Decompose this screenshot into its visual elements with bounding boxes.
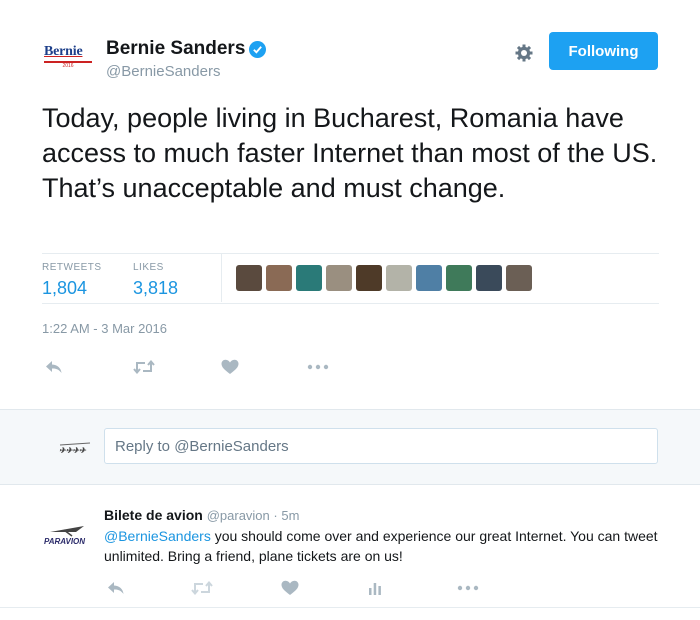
reply-input[interactable]: Reply to @BernieSanders: [104, 428, 658, 464]
reply-author-handle[interactable]: @paravion: [207, 508, 270, 523]
retweets-count: 1,804: [42, 278, 88, 298]
logo-text: Bernie: [44, 44, 83, 59]
verified-badge-icon: [249, 40, 267, 58]
tweet-text: Today, people living in Bucharest, Roman…: [42, 103, 658, 203]
likes-label: LIKES: [133, 262, 164, 273]
reply-mention-link[interactable]: @BernieSanders: [104, 528, 211, 544]
retweet-icon[interactable]: [190, 578, 214, 598]
tweet-timestamp[interactable]: 1:22 AM - 3 Mar 2016: [42, 321, 167, 336]
more-icon[interactable]: [456, 578, 480, 598]
profile-name[interactable]: Bernie Sanders: [106, 38, 245, 60]
following-button[interactable]: Following: [549, 32, 658, 70]
likes-stat[interactable]: LIKES 3,818: [133, 262, 178, 299]
stats-separator: [221, 254, 222, 302]
analytics-icon[interactable]: [363, 578, 387, 598]
heart-icon[interactable]: [218, 357, 242, 377]
liker-avatar[interactable]: [236, 265, 262, 291]
reply-text: @BernieSanders you should come over and …: [104, 526, 664, 566]
heart-icon[interactable]: [278, 578, 302, 598]
liker-avatars: [236, 265, 532, 291]
svg-text:✈✈✈✈: ✈✈✈✈: [59, 446, 87, 454]
divider: [42, 253, 659, 254]
liker-avatar[interactable]: [356, 265, 382, 291]
reply-separator: ·: [269, 508, 282, 523]
paravion-avatar[interactable]: PARAVION: [44, 524, 94, 548]
retweets-stat[interactable]: RETWEETS 1,804: [42, 262, 102, 299]
liker-avatar[interactable]: [266, 265, 292, 291]
liker-avatar[interactable]: [476, 265, 502, 291]
paravion-logo-text: PARAVION: [44, 537, 85, 546]
reply-icon[interactable]: [104, 578, 128, 598]
liker-avatar[interactable]: [386, 265, 412, 291]
gear-icon[interactable]: [512, 41, 536, 65]
retweets-label: RETWEETS: [42, 262, 102, 273]
liker-avatar[interactable]: [416, 265, 442, 291]
liker-avatar[interactable]: [296, 265, 322, 291]
divider: [0, 607, 700, 608]
liker-avatar[interactable]: [506, 265, 532, 291]
logo-year: 2016: [44, 61, 92, 69]
profile-name-row[interactable]: Bernie Sanders: [106, 38, 267, 60]
bernie-2016-logo: Bernie 2016: [44, 44, 94, 70]
reply-icon[interactable]: [42, 357, 66, 377]
user-avatar-logo: ✈✈✈✈: [58, 440, 92, 455]
divider: [42, 303, 659, 304]
liker-avatar[interactable]: [326, 265, 352, 291]
retweet-icon[interactable]: [132, 357, 156, 377]
reply-time[interactable]: 5m: [281, 508, 299, 523]
more-icon[interactable]: [306, 357, 330, 377]
reply-author-name[interactable]: Bilete de avion: [104, 507, 203, 523]
profile-handle[interactable]: @BernieSanders: [106, 63, 220, 80]
likes-count: 3,818: [133, 278, 179, 298]
liker-avatar[interactable]: [446, 265, 472, 291]
reply-header: Bilete de avion @paravion · 5m: [104, 507, 299, 523]
reply-placeholder: Reply to @BernieSanders: [115, 437, 289, 455]
